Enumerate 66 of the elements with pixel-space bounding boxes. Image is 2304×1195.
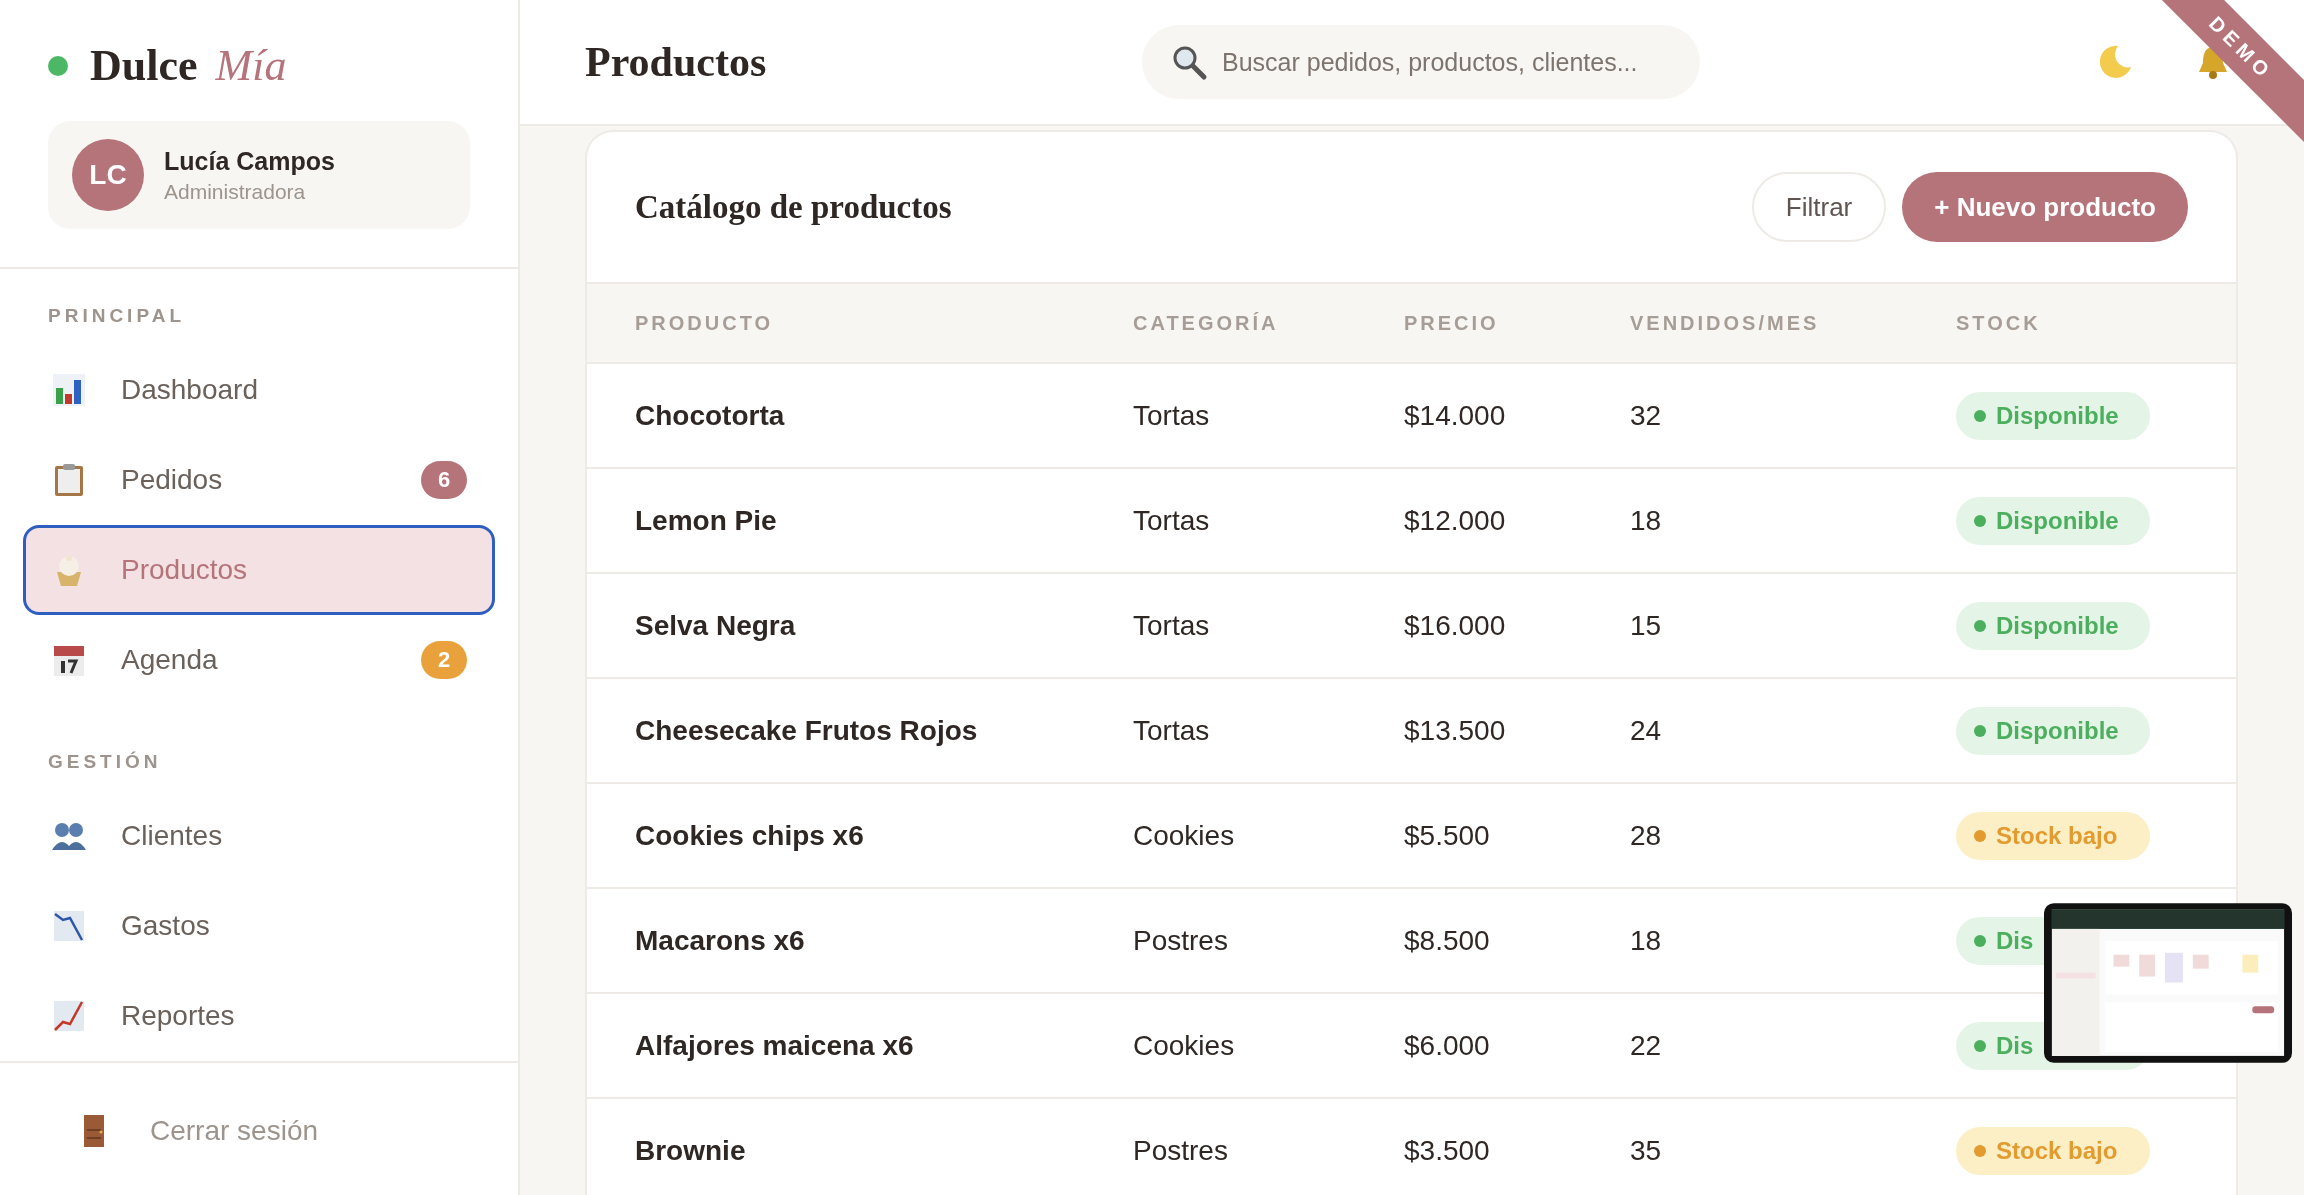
product-name: Cookies chips x6 [635,819,865,852]
table-cell-text: 18 [1630,924,1663,957]
column-header: PRECIO [1404,311,1500,335]
table-cell-text: 15 [1630,609,1663,642]
table-cell-text: $6.000 [1404,1029,1491,1062]
table-cell-text: Tortas [1133,399,1211,432]
status-dot [48,55,68,76]
column-header: PRODUCTO [635,311,775,335]
table-cell-text: $13.500 [1404,714,1507,747]
table-cell-text: Tortas [1133,714,1211,747]
app-logo: Dulce Mía [90,40,287,91]
product-name: Cheesecake Frutos Rojos [635,714,979,747]
filter-button[interactable]: Filtrar [1751,172,1887,242]
table-cell-text: 24 [1630,714,1663,747]
user-name: Lucía Campos [164,146,335,176]
card-title: Catálogo de productos [635,188,953,226]
table-cell-text: Postres [1133,924,1229,957]
table-cell-text: 35 [1630,1134,1663,1167]
stock-badge: Disponible [1956,706,2150,755]
search-field[interactable]: Buscar pedidos, productos, clientes... [1142,25,1700,99]
product-name: Selva Negra [635,609,797,642]
table-cell-text: $14.000 [1404,399,1507,432]
avatar: LC [72,139,144,211]
table-cell-text: 28 [1630,819,1663,852]
table-cell-text: $12.000 [1404,504,1507,537]
section-label: GESTIÓN [47,750,163,774]
chart-down-icon [51,908,87,944]
stock-badge: Disponible [1956,601,2150,650]
new-product-button[interactable]: + Nuevo producto [1902,172,2188,242]
table-cell-text: Cookies [1133,1029,1236,1062]
product-name: Brownie [635,1134,747,1167]
user-role: Administradora [164,179,307,204]
bar-chart-icon [51,372,87,408]
nav-item[interactable]: Gastos [23,881,495,971]
table-cell-text: 18 [1630,504,1663,537]
table-cell-text: Tortas [1133,504,1211,537]
table-cell-text: Postres [1133,1134,1229,1167]
product-name: Chocotorta [635,399,786,432]
count-badge: 6 [421,461,467,499]
page-title: Productos [585,38,768,86]
product-name: Macarons x6 [635,924,806,957]
column-header: STOCK [1956,311,2042,335]
table-cell-text: $5.500 [1404,819,1491,852]
stock-badge: Stock bajo [1956,811,2150,860]
product-name: Lemon Pie [635,504,778,537]
nav-item[interactable]: Pedidos 6 [23,435,495,525]
column-header: VENDIDOS/MES [1630,311,1821,335]
product-name: Alfajores maicena x6 [635,1029,915,1062]
count-badge: 2 [421,641,467,679]
table-cell-text: Cookies [1133,819,1236,852]
nav-item[interactable]: Reportes [23,971,495,1061]
nav-item[interactable]: Dashboard [23,345,495,435]
table-cell-text: Tortas [1133,609,1211,642]
section-label: PRINCIPAL [47,304,186,328]
column-header: CATEGORÍA [1133,311,1280,335]
table-cell-text: 32 [1630,399,1663,432]
nav-item[interactable]: Agenda 2 [23,615,495,705]
stock-badge: Disponible [1956,391,2150,440]
table-cell-text: $16.000 [1404,609,1507,642]
table-cell-text: $3.500 [1404,1134,1491,1167]
stock-badge: Stock bajo [1956,1126,2150,1175]
table-cell-text: $8.500 [1404,924,1491,957]
table-cell-text: 22 [1630,1029,1663,1062]
nav-item[interactable]: Clientes [23,791,495,881]
stock-badge: Disponible [1956,496,2150,545]
chart-up-icon [51,998,87,1034]
